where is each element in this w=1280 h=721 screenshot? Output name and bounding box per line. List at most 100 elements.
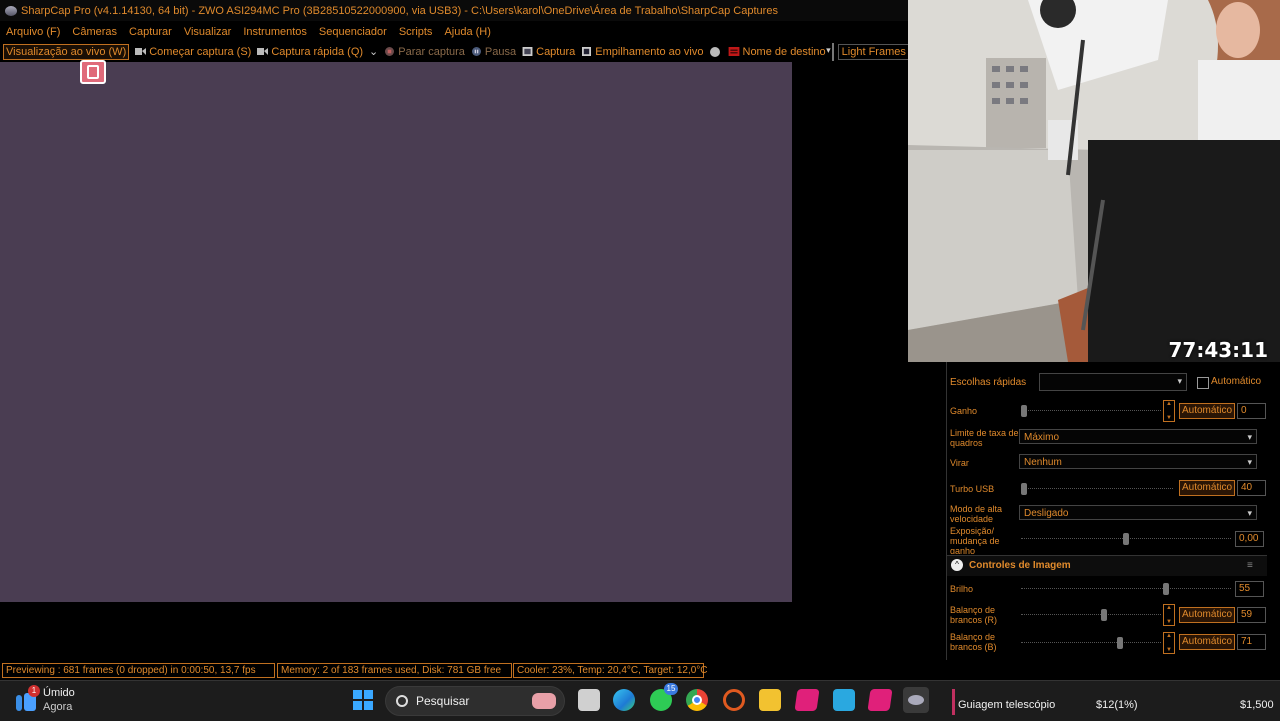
start-capture-label: Começar captura (S) (149, 45, 252, 58)
opera-icon[interactable] (723, 689, 745, 711)
exposure-gain-slider[interactable] (1021, 533, 1231, 545)
sharpcap-app-icon (5, 5, 17, 16)
taskbar: 1 Úmido Agora Pesquisar 15 Guiagem teles… (0, 680, 1280, 721)
frame-rate-select[interactable]: Máximo (1019, 429, 1257, 445)
flip-row: Virar Nenhum (947, 452, 1267, 474)
quick-picks-auto-label: Automático (1211, 376, 1262, 387)
notification-badge-icon[interactable] (80, 60, 106, 84)
windows-start-icon[interactable] (352, 689, 374, 711)
start-capture-button[interactable]: Começar captura (S) (135, 46, 251, 58)
wb-blue-value[interactable]: 71 (1237, 634, 1266, 650)
wb-blue-slider[interactable] (1021, 637, 1161, 649)
app-blue-icon[interactable] (833, 689, 855, 711)
wb-red-value[interactable]: 59 (1237, 607, 1266, 623)
quick-picks-auto-checkbox[interactable] (1197, 377, 1209, 389)
wb-red-slider[interactable] (1021, 609, 1161, 621)
wb-red-spinner[interactable] (1163, 604, 1175, 626)
wb-blue-auto-button[interactable]: Automático (1179, 634, 1235, 650)
overlay-left-text: Guiagem telescópio (958, 699, 1056, 711)
collapse-up-icon[interactable]: ^ (951, 559, 963, 571)
overlay-mid-text: $12(1%) (1096, 699, 1138, 711)
wb-red-label: Balanço de brancos (R) (950, 605, 998, 625)
brightness-slider[interactable] (1021, 583, 1231, 595)
menu-view[interactable]: Visualizar (184, 26, 232, 38)
menu-help[interactable]: Ajuda (H) (444, 26, 490, 38)
brightness-label: Brilho (950, 584, 974, 594)
weather-subtitle: Agora (43, 701, 73, 713)
quick-capture-button[interactable]: Captura rápida (Q) ⌄ (257, 45, 378, 58)
app-pink-icon[interactable] (867, 689, 893, 711)
sharpcap-taskbar-icon[interactable] (903, 687, 929, 713)
weather-title[interactable]: Úmido (43, 687, 75, 699)
title-bar: SharpCap Pro (v4.1.14130, 64 bit) - ZWO … (0, 0, 908, 21)
high-speed-row: Modo de alta velocidade Desligado (947, 502, 1267, 526)
search-placeholder: Pesquisar (416, 694, 470, 708)
menu-scripts[interactable]: Scripts (399, 26, 433, 38)
high-speed-label: Modo de alta velocidade (950, 504, 1003, 524)
high-speed-select[interactable]: Desligado (1019, 505, 1257, 521)
gain-value[interactable]: 0 (1237, 403, 1266, 419)
live-stack-label: Empilhamento ao vivo (595, 45, 704, 58)
gain-row: Ganho Automático 0 (947, 400, 1267, 424)
usb-turbo-auto-button[interactable]: Automático (1179, 480, 1235, 496)
image-controls-header[interactable]: ^ Controles de Imagem ≡ (947, 555, 1267, 576)
pause-button[interactable]: Pausa (471, 46, 516, 58)
camera-preview[interactable] (0, 62, 792, 602)
chevron-down-icon[interactable]: ⌄ (369, 45, 378, 58)
frame-rate-row: Limite de taxa de quadros Máximo (947, 426, 1267, 452)
app-pink-icon[interactable] (794, 689, 820, 711)
snapshot-icon (522, 47, 533, 56)
search-icon (396, 695, 408, 707)
live-stack-button[interactable]: Empilhamento ao vivo (581, 45, 704, 58)
target-name-select[interactable] (826, 42, 834, 61)
overlay-right-text: $1,500 (1240, 699, 1274, 711)
video-camera-icon (257, 48, 269, 55)
file-explorer-icon[interactable] (759, 689, 781, 711)
toolbar: Visualização ao vivo (W) Começar captura… (0, 41, 908, 62)
frame-type-select[interactable]: Light Frames (837, 43, 908, 60)
chrome-icon[interactable] (686, 689, 708, 711)
flip-label: Virar (950, 458, 969, 468)
menu-sequencer[interactable]: Sequenciador (319, 26, 387, 38)
gain-label: Ganho (950, 406, 978, 416)
live-view-label: Visualização ao vivo (W) (6, 45, 127, 58)
stop-capture-button[interactable]: Parar captura (384, 46, 465, 58)
weather-badge: 1 (28, 685, 40, 697)
webcam-scene-image (908, 0, 1280, 362)
menu-hamburger-icon[interactable]: ≡ (1247, 560, 1253, 571)
status-cooler: Cooler: 23%, Temp: 20,4°C, Target: 12,0°… (513, 663, 708, 678)
brightness-value[interactable]: 55 (1235, 581, 1264, 597)
exposure-gain-row: Exposição/ mudança de ganho 0,00 (947, 526, 1267, 554)
whatsapp-badge: 15 (664, 683, 678, 695)
search-input[interactable]: Pesquisar (385, 686, 565, 716)
stop-icon (385, 47, 395, 56)
usb-turbo-slider[interactable] (1021, 483, 1173, 495)
pause-label: Pausa (484, 45, 517, 58)
exposure-gain-value[interactable]: 0,00 (1235, 531, 1264, 547)
live-view-button[interactable]: Visualização ao vivo (W) (3, 43, 130, 60)
weather-widget-icon[interactable]: 1 (14, 685, 40, 713)
video-camera-icon (135, 48, 147, 55)
gain-auto-button[interactable]: Automático (1179, 403, 1235, 419)
wb-blue-spinner[interactable] (1163, 632, 1175, 654)
menu-tools[interactable]: Instrumentos (243, 26, 307, 38)
moon-icon[interactable] (709, 46, 720, 57)
snapshot-button[interactable]: Captura (522, 46, 575, 58)
task-view-icon[interactable] (578, 689, 600, 711)
flip-select[interactable]: Nenhum (1019, 454, 1257, 470)
gain-spinner[interactable] (1163, 400, 1175, 422)
menu-cameras[interactable]: Câmeras (72, 26, 117, 38)
edge-browser-icon[interactable] (613, 689, 635, 711)
usb-turbo-label: Turbo USB (950, 484, 995, 494)
whatsapp-icon[interactable]: 15 (650, 683, 678, 711)
wb-red-auto-button[interactable]: Automático (1179, 607, 1235, 623)
pause-icon (471, 47, 481, 56)
stack-icon (582, 47, 592, 56)
quick-picks-select[interactable] (1039, 373, 1187, 391)
gain-slider[interactable] (1021, 405, 1161, 417)
stop-capture-label: Parar captura (398, 45, 465, 58)
wb-blue-row: Balanço de brancos (B) Automático 71 (947, 630, 1267, 660)
usb-turbo-value[interactable]: 40 (1237, 480, 1266, 496)
menu-file[interactable]: Arquivo (F) (6, 26, 60, 38)
menu-capture[interactable]: Capturar (129, 26, 172, 38)
